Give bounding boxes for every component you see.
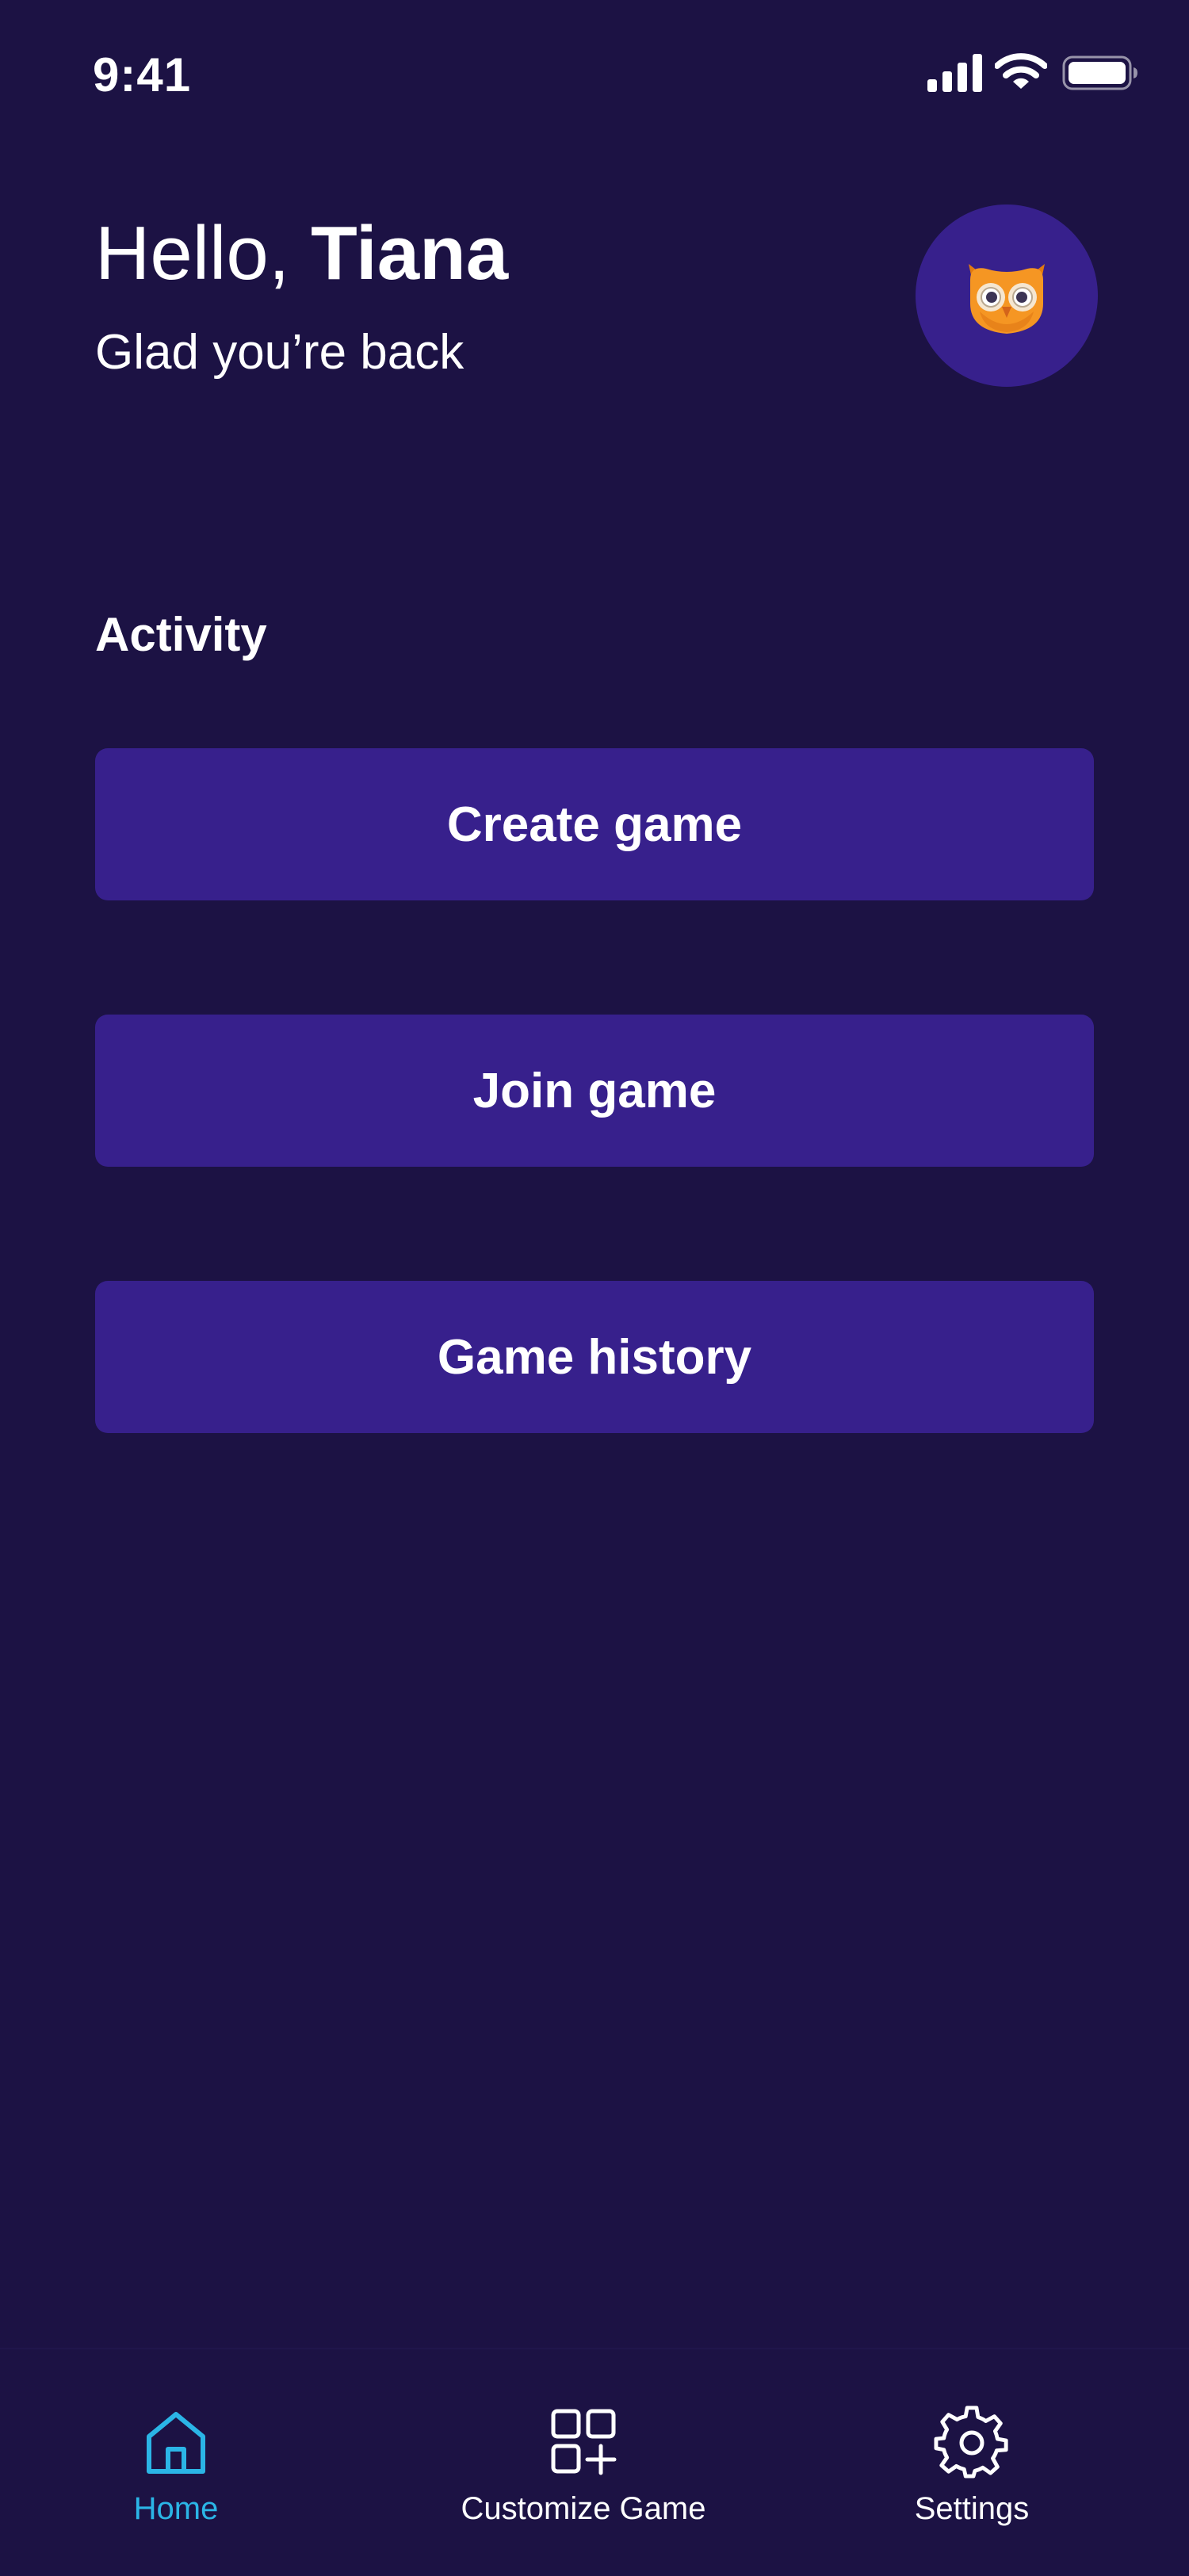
grid-add-icon: [551, 2409, 617, 2475]
wifi-icon: [995, 53, 1047, 89]
activity-section-title: Activity: [95, 608, 267, 661]
battery-icon: [1062, 55, 1137, 90]
gear-icon: [934, 2406, 1008, 2479]
nav-item-settings[interactable]: Settings: [805, 2405, 1138, 2540]
greeting-title: Hello, Tiana: [95, 208, 508, 300]
bottom-nav: Home Customize Game Settings: [0, 2348, 1189, 2576]
user-name: Tiana: [311, 211, 509, 296]
cellular-signal-icon: [927, 54, 982, 92]
nav-label-settings: Settings: [914, 2491, 1030, 2526]
nav-item-customize-game[interactable]: Customize Game: [417, 2405, 750, 2540]
create-game-button[interactable]: Create game: [95, 748, 1094, 900]
nav-item-home[interactable]: Home: [10, 2405, 342, 2540]
greeting-subtitle: Glad you’re back: [95, 325, 465, 380]
greeting-prefix: Hello,: [95, 211, 312, 296]
status-time: 9:41: [93, 48, 192, 101]
avatar[interactable]: [916, 204, 1098, 387]
owl-icon: [969, 264, 1045, 334]
status-bar: 9:41: [0, 0, 1189, 151]
nav-label-home: Home: [133, 2491, 219, 2526]
game-history-button[interactable]: Game history: [95, 1281, 1094, 1433]
home-icon: [147, 2412, 205, 2474]
nav-label-customize-game: Customize Game: [461, 2491, 706, 2526]
join-game-button[interactable]: Join game: [95, 1015, 1094, 1167]
